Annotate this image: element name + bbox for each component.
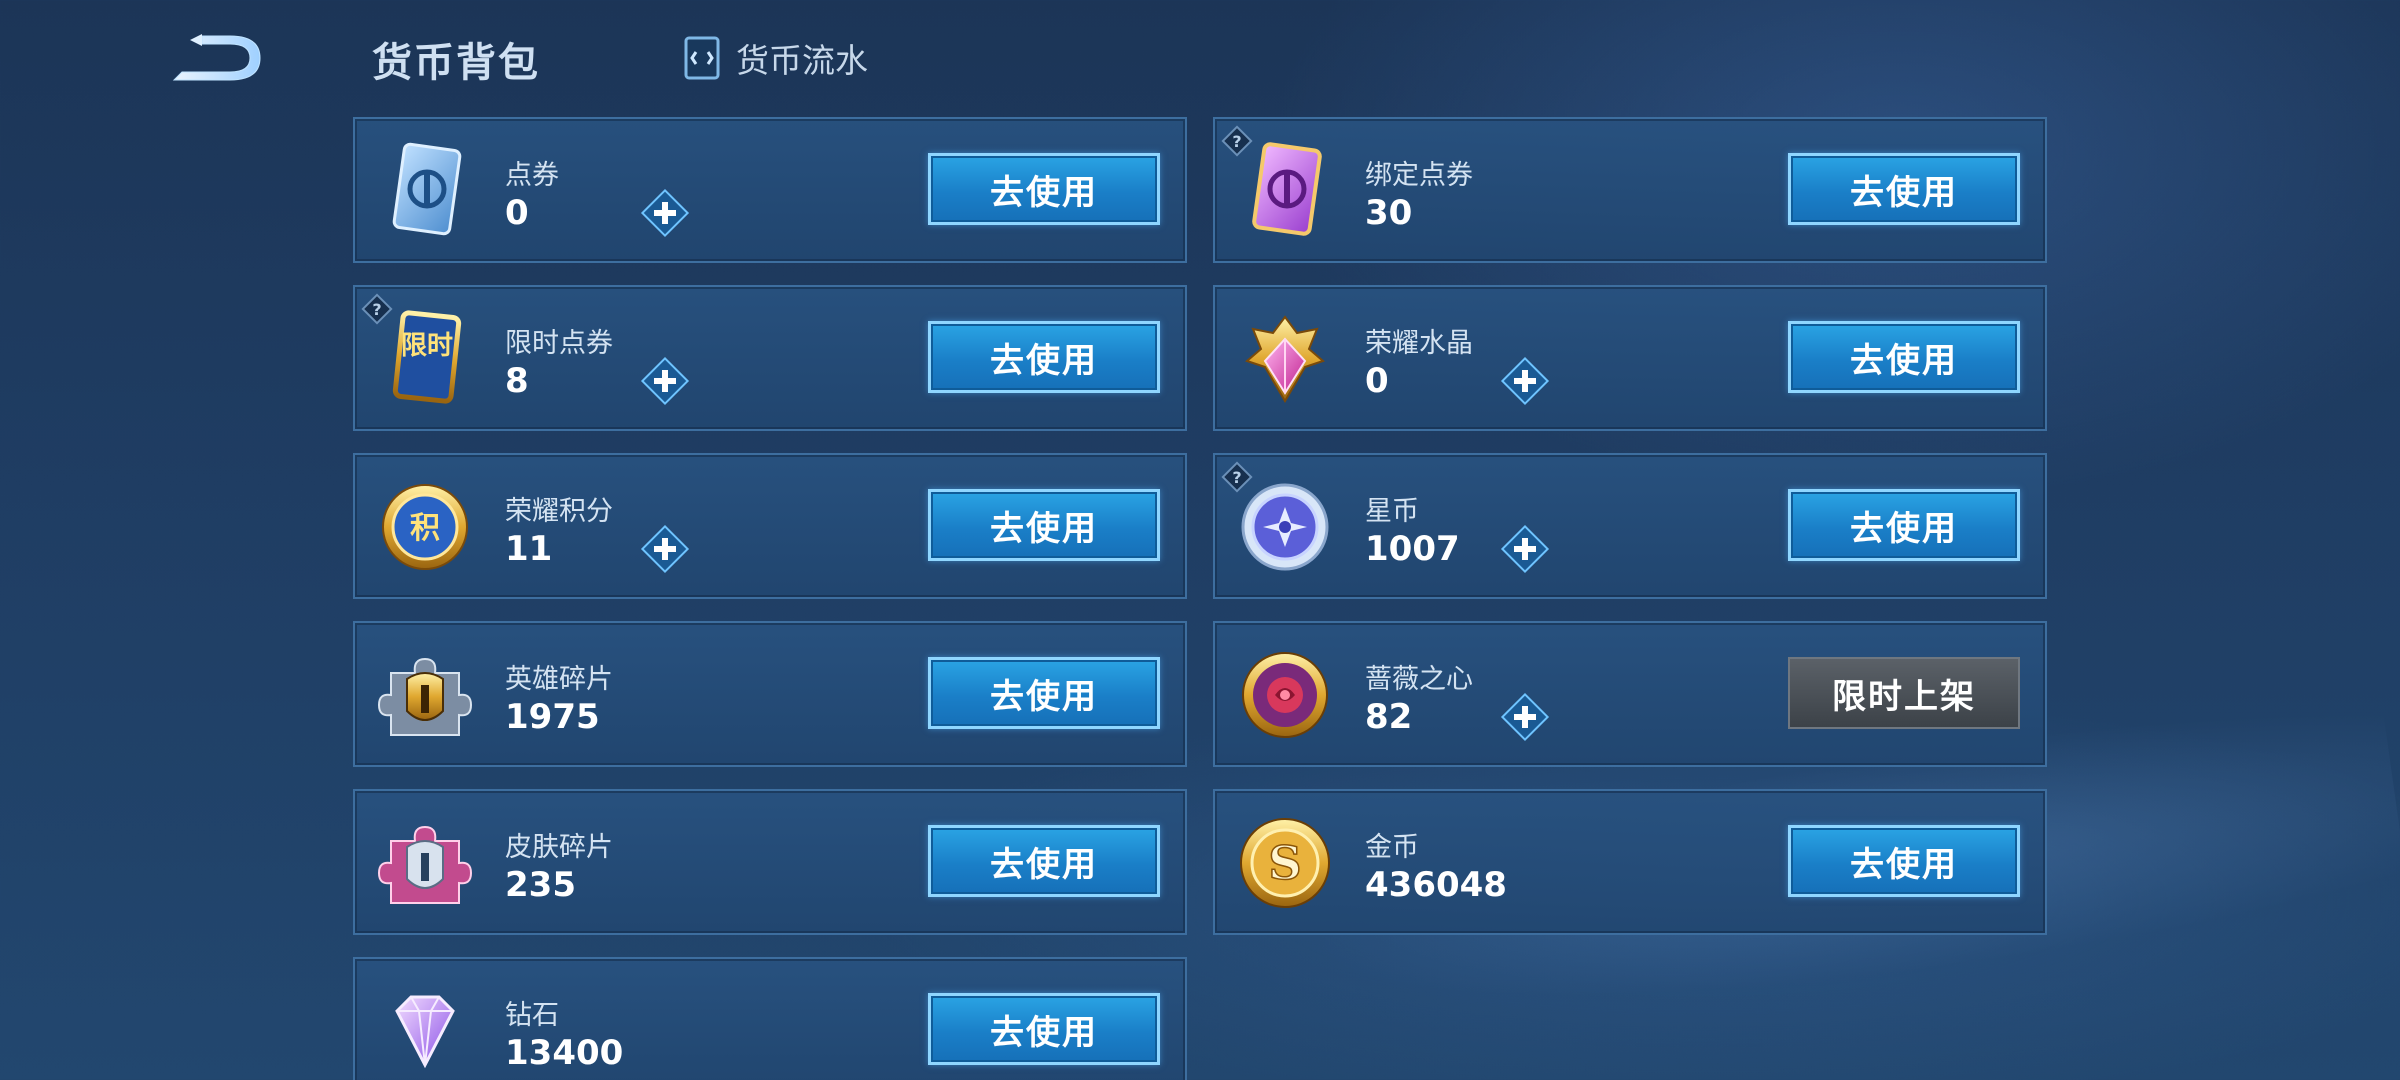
currency-amount: 30 bbox=[1365, 193, 1413, 233]
currency-amount: 13400 bbox=[505, 1033, 624, 1073]
currency-amount: 436048 bbox=[1365, 865, 1507, 905]
currency-name: 金币 bbox=[1365, 832, 1419, 863]
glory-crystal-icon bbox=[1245, 315, 1325, 403]
currency-card-diamond: 钻石 13400 去使用 bbox=[353, 957, 1187, 1080]
use-button[interactable]: 去使用 bbox=[1788, 153, 2020, 225]
currency-name: 星币 bbox=[1365, 496, 1419, 527]
currency-card-star-coin: ? 星币 1007 去使用 bbox=[1213, 453, 2047, 599]
currency-card-glory-crystal: 荣耀水晶 0 去使用 bbox=[1213, 285, 2047, 431]
use-button[interactable]: 去使用 bbox=[928, 993, 1160, 1065]
currency-card-gold-coin: S 金币 436048 去使用 bbox=[1213, 789, 2047, 935]
currency-amount: 235 bbox=[505, 865, 576, 905]
currency-card-coupon: 点券 0 去使用 bbox=[353, 117, 1187, 263]
skin-fragment-icon bbox=[377, 825, 473, 904]
star-coin-icon bbox=[1241, 483, 1329, 571]
use-button[interactable]: 去使用 bbox=[928, 489, 1160, 561]
use-button[interactable]: 去使用 bbox=[928, 153, 1160, 225]
currency-card-limited-coupon: ? 限时 限时点券 8 去使用 bbox=[353, 285, 1187, 431]
currency-card-hero-fragment: 英雄碎片 1975 去使用 bbox=[353, 621, 1187, 767]
currency-name: 绑定点券 bbox=[1365, 160, 1473, 191]
page-title: 货币背包 bbox=[372, 40, 540, 86]
use-button[interactable]: 去使用 bbox=[928, 657, 1160, 729]
rose-heart-icon bbox=[1242, 652, 1328, 738]
currency-amount: 0 bbox=[505, 193, 529, 233]
currency-amount: 0 bbox=[1365, 361, 1389, 401]
currency-card-rose-heart: 蔷薇之心 82 限时上架 bbox=[1213, 621, 2047, 767]
currency-card-skin-fragment: 皮肤碎片 235 去使用 bbox=[353, 789, 1187, 935]
currency-card-glory-points: 积 荣耀积分 11 去使用 bbox=[353, 453, 1187, 599]
add-rose-heart-button[interactable] bbox=[1499, 691, 1551, 743]
currency-name: 蔷薇之心 bbox=[1365, 664, 1473, 695]
use-button[interactable]: 去使用 bbox=[928, 321, 1160, 393]
currency-name: 皮肤碎片 bbox=[505, 832, 613, 863]
use-button[interactable]: 去使用 bbox=[1788, 489, 2020, 561]
use-button[interactable]: 去使用 bbox=[1788, 321, 2020, 393]
coupon-icon bbox=[392, 142, 462, 236]
use-button[interactable]: 去使用 bbox=[928, 825, 1160, 897]
back-button[interactable] bbox=[168, 26, 268, 86]
currency-amount: 8 bbox=[505, 361, 529, 401]
add-glory-points-button[interactable] bbox=[639, 523, 691, 575]
glory-points-icon: 积 bbox=[382, 484, 468, 570]
currency-amount: 1007 bbox=[1365, 529, 1460, 569]
currency-name: 钻石 bbox=[505, 1000, 559, 1031]
currency-card-bound-coupon: ? 绑定点券 30 去使用 bbox=[1213, 117, 2047, 263]
back-arrow-icon bbox=[172, 34, 261, 81]
svg-text:积: 积 bbox=[410, 511, 440, 546]
currency-amount: 82 bbox=[1365, 697, 1413, 737]
limited-listing-button[interactable]: 限时上架 bbox=[1788, 657, 2020, 729]
diamond-icon bbox=[395, 995, 455, 1069]
bound-coupon-icon bbox=[1252, 142, 1322, 236]
ticket-icon bbox=[684, 36, 720, 80]
currency-name: 荣耀积分 bbox=[505, 496, 613, 527]
currency-amount: 1975 bbox=[505, 697, 600, 737]
currency-amount: 11 bbox=[505, 529, 553, 569]
add-star-coin-button[interactable] bbox=[1499, 523, 1551, 575]
currency-name: 荣耀水晶 bbox=[1365, 328, 1473, 359]
currency-name: 点券 bbox=[505, 160, 559, 191]
add-limited-coupon-button[interactable] bbox=[639, 355, 691, 407]
svg-text:限时: 限时 bbox=[401, 331, 453, 361]
currency-flow-tab[interactable]: 货币流水 bbox=[682, 34, 868, 82]
currency-flow-label: 货币流水 bbox=[736, 41, 868, 80]
svg-text:S: S bbox=[1268, 836, 1301, 890]
add-glory-crystal-button[interactable] bbox=[1499, 355, 1551, 407]
limited-coupon-icon: 限时 bbox=[392, 310, 462, 404]
currency-name: 英雄碎片 bbox=[505, 664, 613, 695]
currency-name: 限时点券 bbox=[505, 328, 613, 359]
hero-fragment-icon bbox=[377, 657, 473, 736]
gold-coin-icon: S bbox=[1240, 818, 1330, 908]
add-coupon-button[interactable] bbox=[639, 187, 691, 239]
use-button[interactable]: 去使用 bbox=[1788, 825, 2020, 897]
